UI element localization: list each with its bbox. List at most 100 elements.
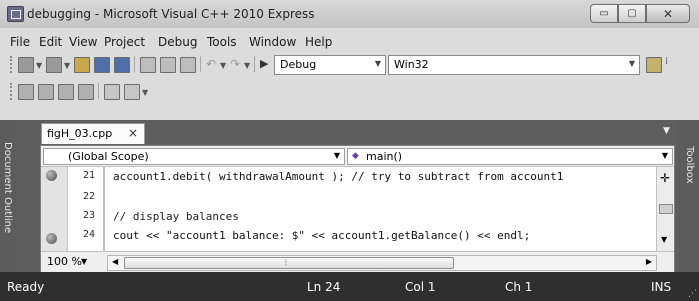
grip-icon: ⦙ <box>285 258 287 267</box>
document-tab-label: figH_03.cpp <box>47 127 113 140</box>
window-title: debugging - Microsoft Visual C++ 2010 Ex… <box>27 7 315 21</box>
function-value: main() <box>366 150 403 163</box>
vertical-scrollbar[interactable]: ✛ ▼ <box>656 167 674 251</box>
code-text-area[interactable]: account1.debit( withdrawalAmount ); // t… <box>103 167 653 251</box>
visual-studio-app-icon[interactable] <box>7 6 24 22</box>
title-bar: debugging - Microsoft Visual C++ 2010 Ex… <box>0 0 699 28</box>
zoom-select[interactable]: 100 % ▼ <box>43 255 103 269</box>
chevron-down-icon[interactable]: ▼ <box>64 61 70 70</box>
copy-icon[interactable] <box>160 57 176 73</box>
breakpoint-icon[interactable] <box>46 233 57 244</box>
status-char: Ch 1 <box>505 280 533 294</box>
zoom-value: 100 % <box>47 255 82 268</box>
add-item-icon[interactable] <box>46 57 62 73</box>
code-line: // display balances <box>113 210 239 223</box>
breakpoint-gutter[interactable] <box>41 167 68 251</box>
menu-file[interactable]: File <box>10 35 30 49</box>
chevron-down-icon: ▼ <box>628 59 635 68</box>
solution-platform-value: Win32 <box>394 58 429 71</box>
code-editor: (Global Scope) ▼ ◆ main() ▼ 21 22 23 24 … <box>40 145 675 274</box>
toolbar-grip[interactable] <box>10 56 15 73</box>
chevron-down-icon[interactable]: ▼ <box>142 88 148 97</box>
undo-icon[interactable]: ↶ <box>206 57 216 71</box>
save-icon[interactable] <box>94 57 110 73</box>
editor-bottom-bar: 100 % ▼ ◀ ⦙ ▶ <box>41 251 674 273</box>
minimize-button[interactable]: ▭ <box>590 4 618 23</box>
toolbar-separator <box>200 56 201 72</box>
scroll-down-icon[interactable]: ▼ <box>661 235 667 244</box>
new-project-icon[interactable] <box>18 57 34 73</box>
horizontal-scroll-thumb[interactable]: ⦙ <box>124 257 454 269</box>
save-all-icon[interactable] <box>114 57 130 73</box>
menu-edit[interactable]: Edit <box>39 35 62 49</box>
split-window-icon[interactable]: ✛ <box>660 171 670 185</box>
solution-configuration-value: Debug <box>280 58 317 71</box>
menu-window[interactable]: Window <box>249 35 296 49</box>
scroll-right-icon[interactable]: ▶ <box>646 257 652 266</box>
solution-explorer-icon[interactable] <box>646 57 662 73</box>
resize-grip-icon[interactable]: ⋰ <box>688 289 697 299</box>
uncomment-lines-icon[interactable] <box>124 84 140 100</box>
chevron-down-icon[interactable]: ▼ <box>220 61 226 70</box>
solution-platform-select[interactable]: Win32 ▼ <box>388 55 640 75</box>
document-outline-label: Document Outline <box>2 142 13 234</box>
minimize-icon: ▭ <box>599 8 609 19</box>
tab-figH-03-cpp[interactable]: figH_03.cpp × <box>41 123 145 144</box>
navigation-bar: (Global Scope) ▼ ◆ main() ▼ <box>41 146 674 167</box>
function-select[interactable]: ◆ main() ▼ <box>347 148 673 165</box>
status-column: Col 1 <box>405 280 436 294</box>
status-line: Ln 24 <box>307 280 341 294</box>
application-window: debugging - Microsoft Visual C++ 2010 Ex… <box>0 0 699 301</box>
menu-bar: File Edit View Project Debug Tools Windo… <box>0 33 699 51</box>
comment-lines-icon[interactable] <box>104 84 120 100</box>
breakpoint-icon[interactable] <box>46 170 57 181</box>
maximize-icon: ▢ <box>627 8 637 19</box>
toolbar-separator <box>98 83 99 99</box>
line-number: 21 <box>82 170 95 181</box>
menu-view[interactable]: View <box>69 35 97 49</box>
scope-select[interactable]: (Global Scope) ▼ <box>43 148 345 165</box>
menu-debug[interactable]: Debug <box>158 35 197 49</box>
menu-project[interactable]: Project <box>104 35 145 49</box>
paste-icon[interactable] <box>180 57 196 73</box>
menu-help[interactable]: Help <box>305 35 332 49</box>
line-number: 23 <box>82 210 95 221</box>
chevron-down-icon[interactable]: ▼ <box>244 61 250 70</box>
cut-icon[interactable] <box>140 57 156 73</box>
chevron-down-icon: ▼ <box>661 151 668 160</box>
menu-tools[interactable]: Tools <box>207 35 237 49</box>
vertical-scroll-thumb[interactable] <box>659 204 673 214</box>
solution-configuration-select[interactable]: Debug ▼ <box>274 55 386 75</box>
line-number: 22 <box>82 191 95 202</box>
maximize-button[interactable]: ▢ <box>618 4 646 23</box>
member-list-icon[interactable] <box>18 84 34 100</box>
code-line: account1.debit( withdrawalAmount ); // t… <box>113 170 564 183</box>
chevron-down-icon[interactable]: ▼ <box>36 61 42 70</box>
status-ready: Ready <box>7 280 45 294</box>
caption-buttons: ▭ ▢ ✕ <box>590 4 690 23</box>
close-icon: ✕ <box>662 6 674 21</box>
status-bar: Ready Ln 24 Col 1 Ch 1 INS ⋰ <box>0 272 699 301</box>
chevron-down-icon[interactable]: ▼ <box>663 126 670 136</box>
toolbar-separator <box>134 56 135 72</box>
toolbar-overflow-icon[interactable]: ⁞ <box>665 56 668 67</box>
start-debugging-icon[interactable]: ▶ <box>260 57 268 70</box>
parameter-info-icon[interactable] <box>38 84 54 100</box>
scroll-left-icon[interactable]: ◀ <box>112 257 118 266</box>
toolbar-separator <box>254 56 255 72</box>
function-icon: ◆ <box>352 151 359 161</box>
toolbar-grip[interactable] <box>10 83 15 100</box>
open-file-icon[interactable] <box>74 57 90 73</box>
chevron-down-icon: ▼ <box>333 151 340 160</box>
close-button[interactable]: ✕ <box>646 4 690 23</box>
redo-icon[interactable]: ↷ <box>230 57 240 71</box>
toolbox-label: Toolbox <box>684 146 695 184</box>
status-insert-mode: INS <box>651 280 672 294</box>
code-line: cout << "account1 balance: $" << account… <box>113 229 531 242</box>
complete-word-icon[interactable] <box>78 84 94 100</box>
close-tab-icon[interactable]: × <box>128 126 138 140</box>
line-number: 24 <box>82 229 95 240</box>
horizontal-scrollbar[interactable]: ◀ ⦙ ▶ <box>107 255 657 271</box>
quick-info-icon[interactable] <box>58 84 74 100</box>
chevron-down-icon: ▼ <box>81 257 88 266</box>
